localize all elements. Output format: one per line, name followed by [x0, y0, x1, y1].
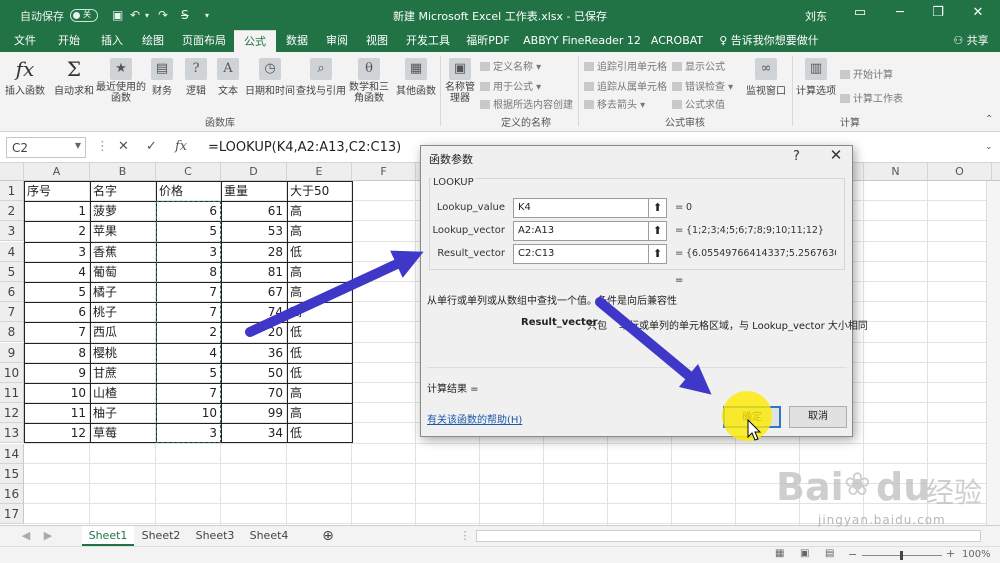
arrow-to-lookup-vector	[245, 250, 424, 337]
watermark-brand: Bai	[776, 465, 844, 509]
baidu-watermark: Bai ❀ du 经验 jingyan.baidu.com	[776, 463, 991, 531]
watermark-url: jingyan.baidu.com	[818, 513, 946, 527]
paw-icon: ❀	[844, 465, 871, 503]
watermark-brand-2: du	[876, 465, 931, 509]
mouse-cursor-icon	[747, 418, 762, 441]
arrow-to-ok-button	[595, 297, 712, 395]
watermark-cn: 经验	[926, 476, 983, 509]
